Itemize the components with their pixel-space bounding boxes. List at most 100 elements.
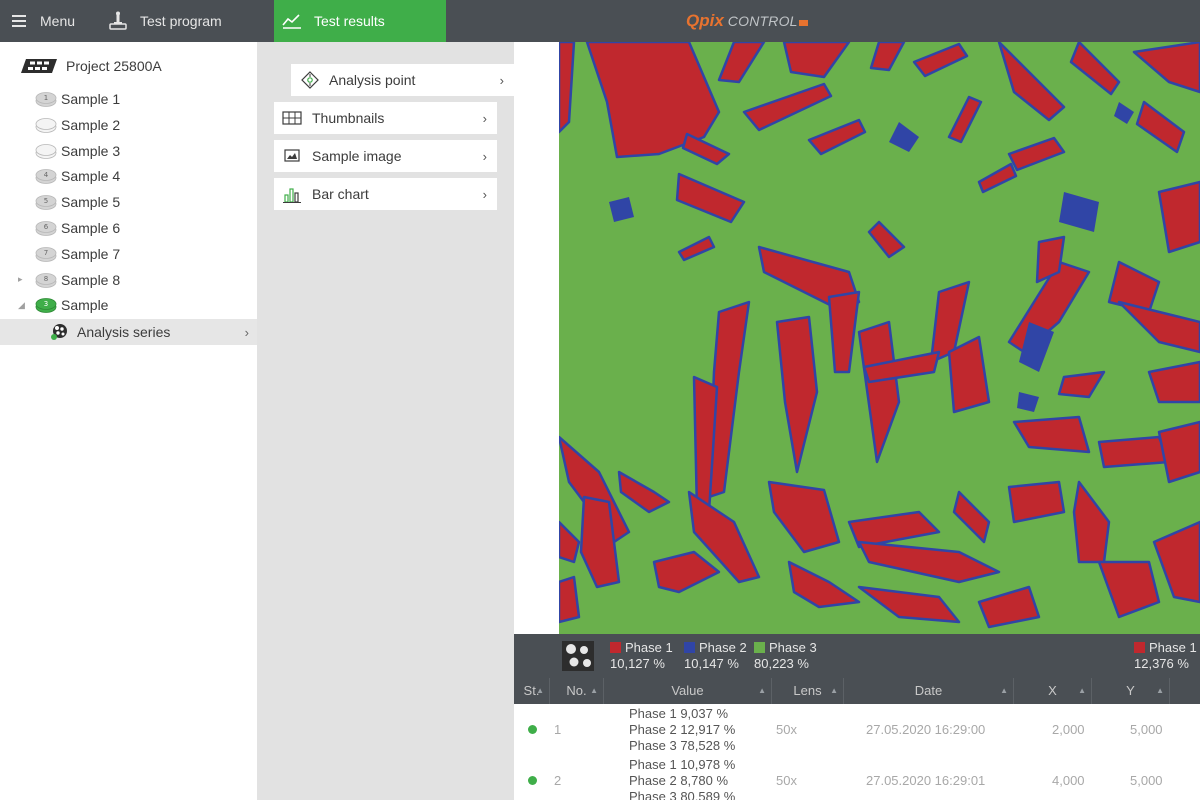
sidebar-item-sample[interactable]: 4 Sample 4 [0,163,257,189]
status-ok-icon [528,725,537,734]
test-results-tab[interactable]: Test results [274,0,446,42]
analysis-series-icon [51,324,67,340]
col-status[interactable]: St. ▲ [514,678,550,704]
sample-label: Sample 5 [61,194,121,211]
table-row[interactable]: 1 Phase 1 9,037 % Phase 2 12,917 % Phase 3 … [514,706,1200,757]
bar-chart-item[interactable]: Bar chart › [274,178,497,210]
row-lens: 50x [776,773,797,788]
sample-badge: 6 [44,223,49,231]
legend-name: Phase 3 [769,640,817,655]
table-grid-icon [282,111,302,125]
sidebar-item-sample[interactable]: 6 Sample 6 [0,215,257,241]
phase-1-swatch [1134,642,1145,653]
sample-disc-icon [35,143,57,159]
test-results-label: Test results [314,13,385,29]
col-number[interactable]: No. ▲ [550,678,604,704]
col-value[interactable]: Value ▲ [604,678,772,704]
image-viewer[interactable] [514,42,1200,634]
row-x: 4,000 [1052,773,1085,788]
phase-3-swatch [754,642,765,653]
legend-percent: 80,223 % [754,656,809,671]
sample-label: Sample 2 [61,116,121,133]
sample-badge: 4 [44,171,49,179]
menu-button[interactable]: Menu [12,0,98,42]
brand-control: CONTROL [727,13,798,29]
chevron-right-icon: › [482,148,487,164]
image-icon [284,149,300,162]
sample-image-label: Sample image [312,148,402,164]
legend-percent: 12,376 % [1134,656,1189,671]
legend-percent: 10,147 % [684,656,739,671]
phase-legend: Phase 1 10,127 % Phase 2 10,147 % Phase … [514,634,1200,678]
table-row[interactable]: 2 Phase 1 10,978 % Phase 2 8,780 % Phase 3 … [514,757,1200,800]
brand-mark-icon [798,20,808,26]
sample-label: Sample 4 [61,168,121,185]
col-y[interactable]: Y ▲ [1092,678,1170,704]
row-date: 27.05.2020 16:29:01 [866,773,986,788]
sidebar-item-sample[interactable]: Sample 2 [0,112,257,138]
sample-disc-icon: 4 [35,169,57,185]
sidebar-item-sample[interactable]: ◢ 3 Sample [0,292,257,318]
sample-badge: 5 [44,197,48,205]
test-program-label: Test program [140,13,222,29]
sample-badge: 1 [44,94,48,102]
sample-label: Sample 6 [61,220,121,236]
row-values: Phase 1 9,037 % Phase 2 12,917 % Phase 3 7… [629,706,735,754]
sort-icon: ▲ [536,686,544,695]
sidebar-item-sample[interactable]: ▸ 8 Sample 8 [0,267,257,293]
row-y: 5,000 [1130,722,1163,737]
sample-badge: 8 [44,275,48,283]
table-header: St. ▲ No. ▲ Value ▲ Lens ▲ Date ▲ X ▲ Y ▲ [514,678,1200,704]
legend-phase-right: Phase 1 12,376 % [1134,640,1197,671]
results-table: St. ▲ No. ▲ Value ▲ Lens ▲ Date ▲ X ▲ Y ▲ 1 Phas… [514,678,1200,800]
sidebar-item-sample[interactable]: 1 Sample 1 [0,86,257,112]
sample-disc-icon: 8 [35,272,57,288]
sort-icon: ▲ [1078,686,1086,695]
chevron-right-icon: › [482,186,487,202]
sample-label: Sample 1 [61,91,121,107]
phase-1-swatch [610,642,621,653]
analysis-series-item[interactable]: Analysis series › [0,319,257,345]
brand-q: Qpix [686,11,724,30]
project-node[interactable]: Project 25800A [20,56,162,76]
sidebar-item-sample[interactable]: 5 Sample 5 [0,189,257,215]
col-x[interactable]: X ▲ [1014,678,1092,704]
sidebar-item-sample[interactable]: 7 Sample 7 [0,241,257,267]
hamburger-icon [12,15,26,27]
col-lens[interactable]: Lens ▲ [772,678,844,704]
col-date[interactable]: Date ▲ [844,678,1014,704]
phase-analysis-image[interactable] [559,42,1200,634]
legend-percent: 10,127 % [610,656,665,671]
sample-disc-icon: 7 [35,246,57,262]
chevron-right-icon: › [244,324,249,340]
thumbnails-item[interactable]: Thumbnails › [274,102,497,134]
sample-disc-icon: 1 [35,92,57,107]
row-number: 1 [554,722,562,737]
sort-icon: ▲ [758,686,766,695]
legend-name: Phase 1 [625,640,673,655]
legend-phase-3: Phase 3 80,223 % [754,640,817,671]
row-x: 2,000 [1052,722,1085,737]
analysis-point-item[interactable]: Analysis point › [291,64,514,96]
sidebar-item-sample[interactable]: Sample 3 [0,138,257,164]
sample-disc-icon: 5 [35,195,57,211]
test-program-tab[interactable]: Test program [108,0,268,42]
sample-label: Sample 3 [61,142,121,159]
sample-label: Sample 8 [61,271,121,288]
expand-arrow-icon[interactable]: ▸ [18,274,23,285]
row-y: 5,000 [1130,773,1163,788]
bar-chart-icon [283,188,301,203]
sample-badge: 3 [44,300,48,308]
legend-name: Phase 1 [1149,640,1197,655]
project-tree: Project 25800A 1 Sample 1 Sample 2 Sample 3… [0,42,257,800]
bar-chart-label: Bar chart [312,186,369,202]
joystick-icon [109,11,127,30]
collapse-arrow-icon[interactable]: ◢ [18,300,25,311]
project-label: Project 25800A [66,58,162,74]
row-values: Phase 1 10,978 % Phase 2 8,780 % Phase 3 8… [629,757,735,800]
sample-image-item[interactable]: Sample image › [274,140,497,172]
sample-disc-icon: 3 [35,298,57,314]
phase-value: Phase 3 80,589 % [629,789,736,800]
analysis-point-icon [301,71,319,89]
phase-pattern-icon [562,641,594,671]
